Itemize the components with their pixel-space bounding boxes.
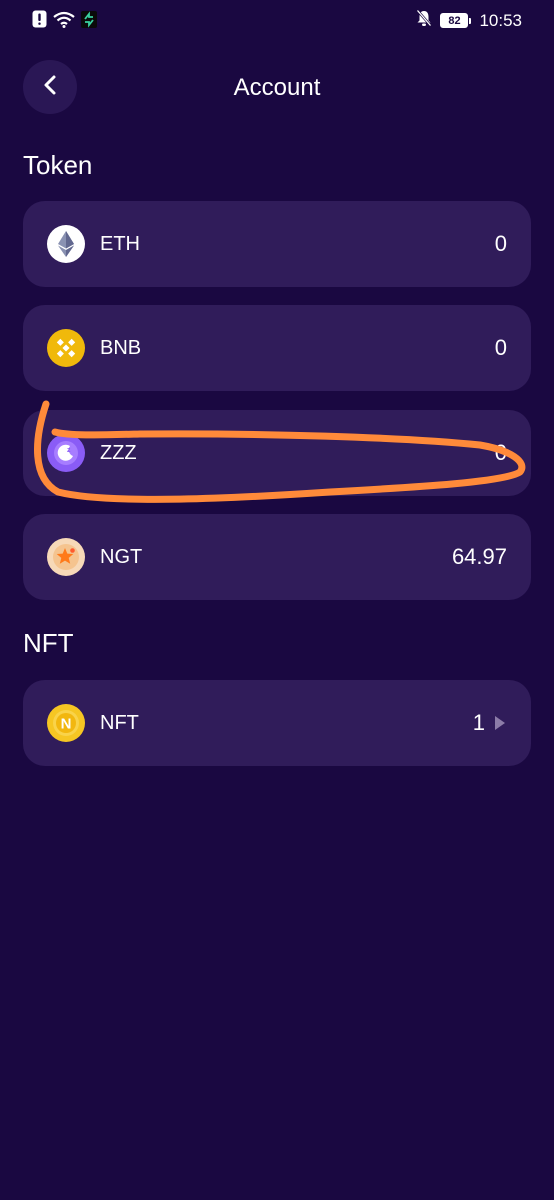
token-amount: 64.97 xyxy=(451,544,507,569)
token-amount: 0 xyxy=(494,440,507,465)
svg-text:N: N xyxy=(61,716,72,733)
nft-row[interactable]: N NFT 1 xyxy=(23,680,531,766)
status-time: 10:53 xyxy=(479,10,522,30)
status-bar-right: 82 10:53 xyxy=(416,9,522,32)
token-row-eth[interactable]: ETH 0 xyxy=(23,201,531,287)
token-name: ZZZ xyxy=(100,441,137,464)
nft-name: NFT xyxy=(100,711,139,734)
token-row-zzz[interactable]: z ZZZ 0 xyxy=(23,410,531,496)
battery-level: 82 xyxy=(440,13,469,28)
token-name: ETH xyxy=(100,232,140,255)
battery-tip xyxy=(469,17,472,24)
token-name: NGT xyxy=(100,545,143,568)
bnb-icon xyxy=(47,329,85,367)
page-title: Account xyxy=(233,74,321,101)
svg-text:z: z xyxy=(67,447,71,454)
status-bar: 82 10:53 xyxy=(0,0,554,40)
bell-muted-icon xyxy=(416,9,432,32)
sync-app-icon xyxy=(81,10,97,33)
token-amount: 0 xyxy=(494,335,507,360)
nft-coin-icon: N xyxy=(47,704,85,742)
chevron-right-icon xyxy=(493,714,507,732)
account-screen: 82 10:53 Account Token ETH 0 BNB 0 z ZZZ… xyxy=(0,0,554,1200)
nft-amount: 1 xyxy=(472,710,485,735)
ngt-star-icon xyxy=(47,538,85,576)
token-row-bnb[interactable]: BNB 0 xyxy=(23,305,531,391)
battery-indicator: 82 xyxy=(440,13,472,28)
status-bar-left xyxy=(32,10,97,33)
nft-section-title: NFT xyxy=(23,628,74,658)
alert-notification-icon xyxy=(32,10,47,33)
token-amount: 0 xyxy=(494,231,507,256)
token-section-title: Token xyxy=(23,150,93,180)
wifi-icon xyxy=(53,11,75,33)
zzz-moon-icon: z xyxy=(47,434,85,472)
eth-icon xyxy=(47,225,85,263)
token-row-ngt[interactable]: NGT 64.97 xyxy=(23,514,531,600)
token-name: BNB xyxy=(100,336,142,359)
